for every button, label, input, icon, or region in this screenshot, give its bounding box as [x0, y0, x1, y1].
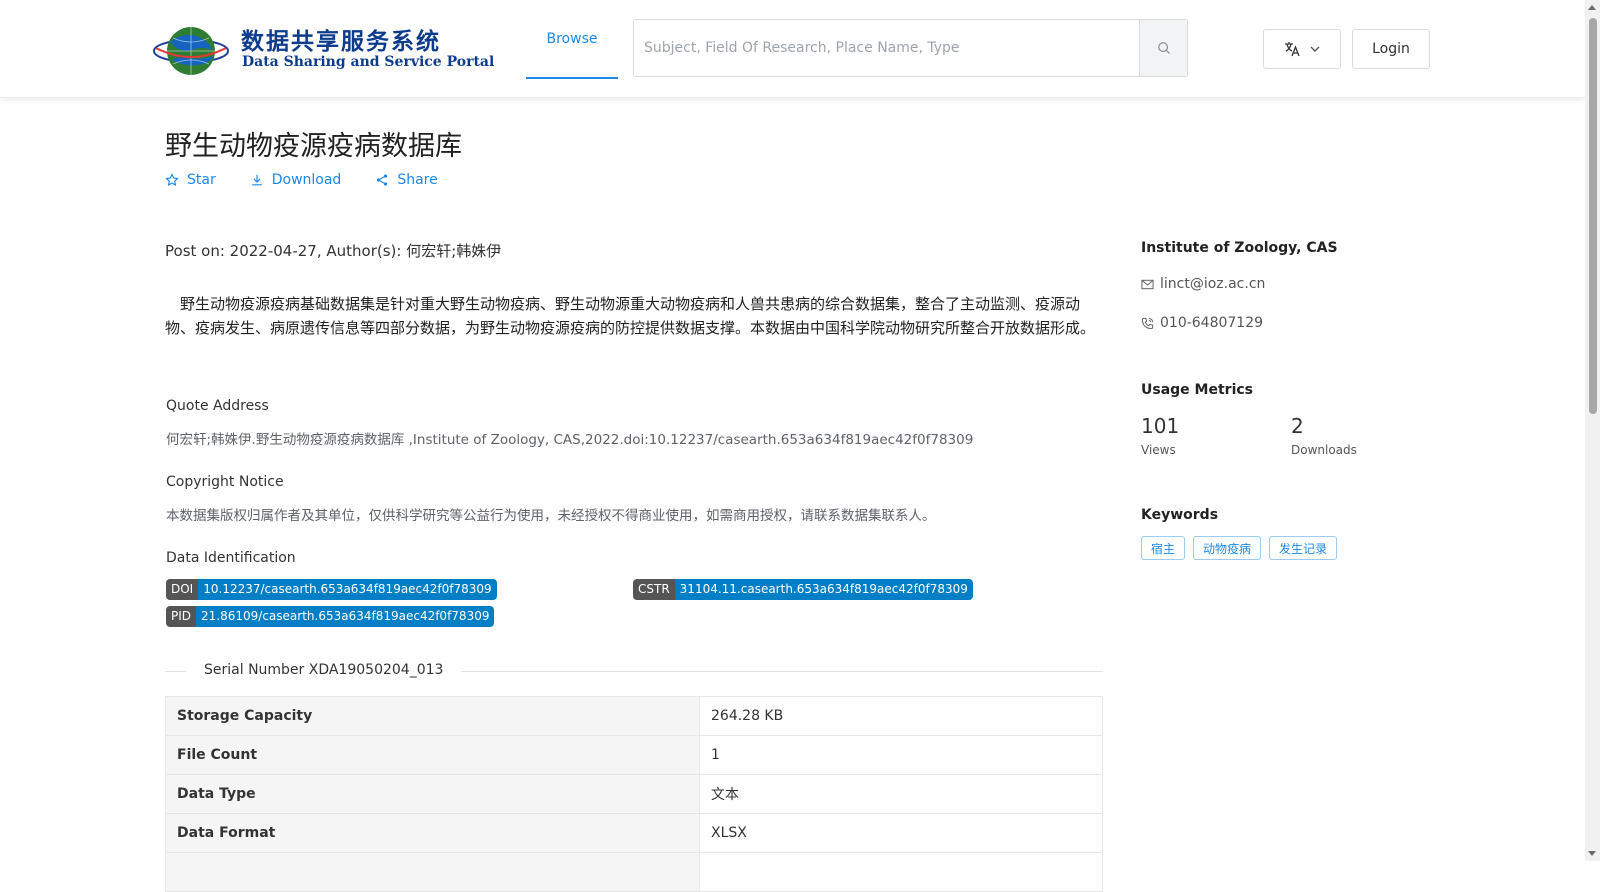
scroll-down-arrow-icon[interactable] [1588, 851, 1596, 856]
usage-metrics-title: Usage Metrics [1141, 382, 1253, 398]
language-switcher-button[interactable] [1263, 29, 1341, 69]
star-label: Star [187, 172, 216, 188]
quote-address-label: Quote Address [166, 398, 269, 414]
scrollbar-thumb[interactable] [1589, 18, 1597, 414]
cstr-badge-value: 31104.11.casearth.653a634f819aec42f0f783… [674, 579, 973, 600]
views-count: 101 [1141, 414, 1180, 438]
doi-badge-key: DOI [166, 579, 199, 600]
cstr-badge[interactable]: CSTR 31104.11.casearth.653a634f819aec42f… [633, 579, 973, 600]
copyright-notice-label: Copyright Notice [166, 474, 284, 490]
contact-phone: 010-64807129 [1141, 315, 1263, 331]
keyword-tag[interactable]: 发生记录 [1269, 536, 1338, 560]
dataset-actions: Star Download Share [165, 172, 438, 188]
logo-chinese-text: 数据共享服务系统 [241, 29, 441, 55]
table-row: Storage Capacity 264.28 KB [165, 696, 1103, 736]
data-identification-label: Data Identification [166, 550, 296, 566]
globe-logo-icon [153, 27, 229, 75]
post-info: Post on: 2022-04-27, Author(s): 何宏轩;韩姝伊 [165, 242, 502, 260]
share-button[interactable]: Share [375, 172, 438, 188]
info-key-storage-capacity: Storage Capacity [165, 696, 700, 736]
contact-email[interactable]: linct@ioz.ac.cn [1141, 276, 1265, 292]
info-value-storage-capacity: 264.28 KB [699, 696, 1103, 736]
table-row: Data Format XLSX [165, 813, 1103, 853]
scroll-up-arrow-icon[interactable] [1588, 5, 1596, 10]
star-icon [165, 173, 179, 186]
cstr-badge-key: CSTR [633, 579, 675, 600]
doi-badge[interactable]: DOI 10.12237/casearth.653a634f819aec42f0… [166, 579, 497, 600]
email-text: linct@ioz.ac.cn [1160, 276, 1266, 292]
search-icon [1157, 42, 1170, 54]
info-key-data-format: Data Format [165, 813, 700, 853]
downloads-count: 2 [1291, 414, 1304, 438]
serial-number: Serial Number XDA19050204_013 [186, 662, 462, 678]
search-bar [633, 19, 1188, 77]
top-header: 数据共享服务系统 Data Sharing and Service Portal… [0, 0, 1585, 98]
mail-icon [1141, 279, 1154, 289]
table-row: File Count 1 [165, 735, 1103, 775]
info-value-data-type: 文本 [699, 774, 1103, 814]
downloads-label: Downloads [1291, 443, 1357, 457]
dataset-title: 野生动物疫源疫病数据库 [165, 131, 462, 162]
dataset-abstract: 野生动物疫源疫病基础数据集是针对重大野生动物疫病、野生动物源重大动物疫病和人兽共… [165, 295, 1096, 337]
download-button[interactable]: Download [250, 172, 342, 188]
doi-badge-value: 10.12237/casearth.653a634f819aec42f0f783… [198, 579, 497, 600]
search-button[interactable] [1139, 20, 1187, 76]
info-key-data-type: Data Type [165, 774, 700, 814]
logo-english-text: Data Sharing and Service Portal [242, 54, 495, 70]
quote-address-text: 何宏轩;韩姝伊.野生动物疫源疫病数据库 ,Institute of Zoolog… [166, 432, 974, 448]
info-key-file-count: File Count [165, 735, 700, 775]
keywords-title: Keywords [1141, 507, 1219, 523]
nav-browse-tab[interactable]: Browse [526, 0, 618, 79]
info-value-data-format: XLSX [699, 813, 1103, 853]
table-row: Data Type 文本 [165, 774, 1103, 814]
phone-icon [1141, 317, 1154, 329]
search-input[interactable] [634, 20, 1139, 76]
pid-badge-value: 21.86109/casearth.653a634f819aec42f0f783… [196, 606, 495, 627]
chevron-down-icon [1310, 46, 1320, 52]
copyright-notice-text: 本数据集版权归属作者及其单位，仅供科学研究等公益行为使用，未经授权不得商业使用，… [166, 508, 936, 524]
info-value-file-count: 1 [699, 735, 1103, 775]
views-label: Views [1141, 443, 1176, 457]
phone-text: 010-64807129 [1160, 315, 1264, 331]
login-button[interactable]: Login [1352, 29, 1430, 69]
translate-icon [1285, 42, 1300, 57]
download-icon [251, 174, 262, 186]
portal-logo[interactable]: 数据共享服务系统 Data Sharing and Service Portal [152, 16, 494, 80]
pid-badge[interactable]: PID 21.86109/casearth.653a634f819aec42f0… [166, 606, 495, 627]
institution-name: Institute of Zoology, CAS [1141, 240, 1338, 256]
share-label: Share [397, 172, 438, 188]
download-label: Download [271, 172, 342, 188]
page-scrollbar[interactable] [1585, 0, 1600, 861]
table-row [165, 852, 1103, 892]
share-icon [377, 174, 388, 186]
pid-badge-key: PID [166, 606, 197, 627]
keyword-tag[interactable]: 动物疫病 [1193, 536, 1262, 560]
star-button[interactable]: Star [165, 172, 216, 188]
dataset-info-table: Storage Capacity 264.28 KB File Count 1 … [165, 696, 1103, 892]
keyword-tag[interactable]: 宿主 [1141, 536, 1186, 560]
